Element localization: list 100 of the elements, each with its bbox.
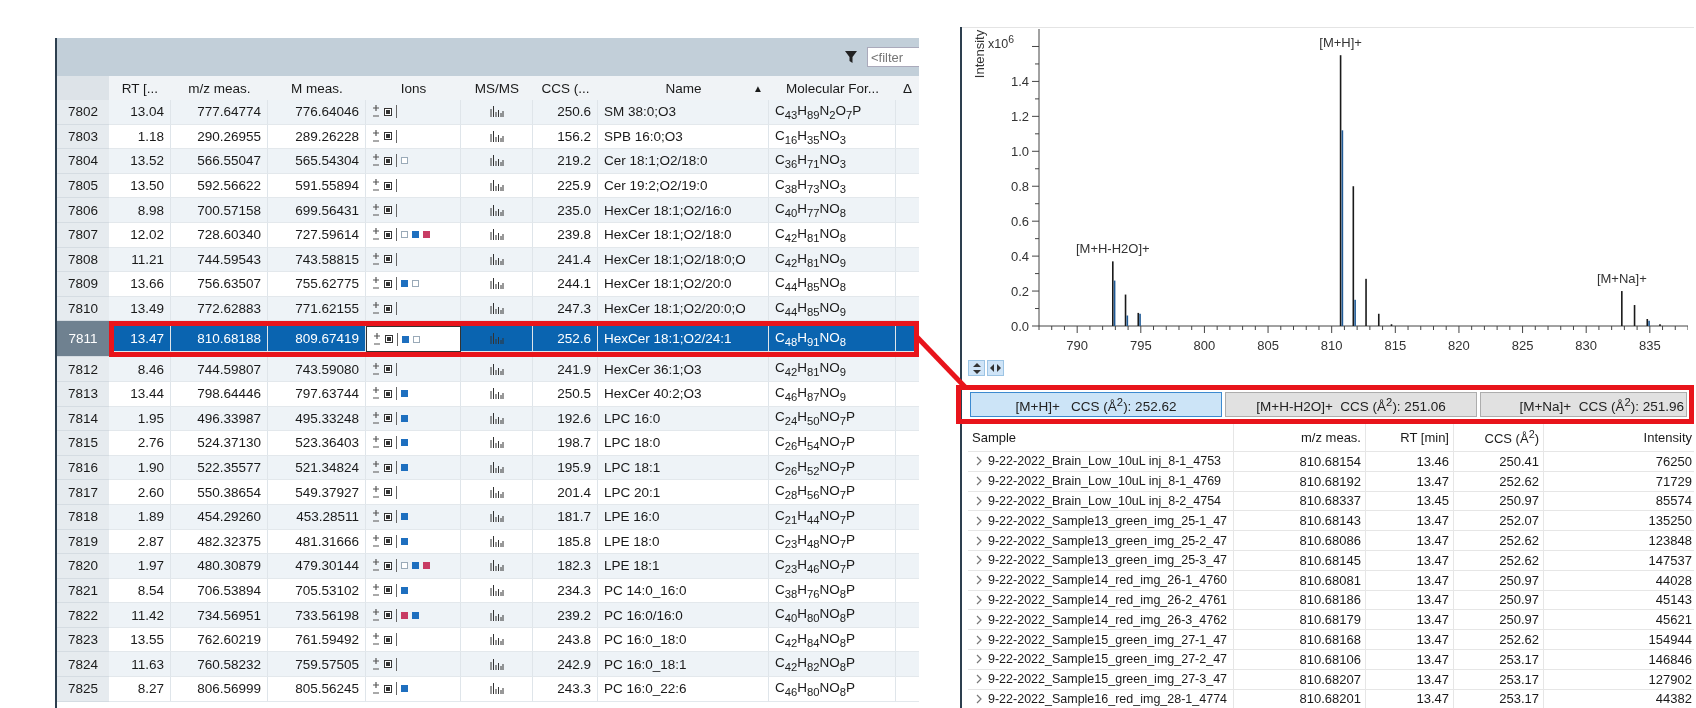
column-header[interactable]: CCS (... bbox=[541, 80, 590, 96]
expand-icon[interactable] bbox=[976, 654, 982, 665]
column-header[interactable]: Name bbox=[665, 80, 702, 96]
table-row[interactable]: 7807 12.02 728.60340 727.59614 239.8 HexCer 18:1;O2/18:0 C$_{42}$H$_{81}$NO$_{8}$ bbox=[57, 222, 919, 248]
spectrum-icon[interactable] bbox=[489, 486, 504, 498]
table-cell: 743.58815 bbox=[268, 247, 366, 273]
expand-icon[interactable] bbox=[976, 674, 982, 685]
table-cell: C$_{44}$H$_{85}$NO$_{8}$ bbox=[769, 272, 896, 297]
expand-icon[interactable] bbox=[976, 496, 982, 506]
table-row[interactable]: 7809 13.66 756.63507 755.62775 244.1 HexCer 18:1;O2/20:0 C$_{44}$H$_{85}$NO$_{8}$ bbox=[57, 272, 919, 297]
table-cell: 798.64446 bbox=[171, 381, 268, 407]
column-header[interactable]: RT [min] bbox=[1400, 430, 1449, 445]
column-header[interactable]: Sample bbox=[972, 430, 1017, 445]
spectrum-icon[interactable] bbox=[489, 363, 504, 375]
expand-icon[interactable] bbox=[976, 634, 982, 645]
expand-icon[interactable] bbox=[976, 693, 982, 704]
table-row[interactable]: 7820 1.97 480.30879 479.30144 182.3 LPE 18:1 C$_{23}$H$_{46}$NO$_{7}$P bbox=[57, 554, 919, 579]
table-row[interactable]: 7825 8.27 806.56999 805.56245 243.3 PC 16:0_22:6 C$_{46}$H$_{80}$NO$_{8}$P bbox=[57, 677, 919, 702]
ion-icon bbox=[384, 438, 392, 447]
plus-minus-icon bbox=[372, 228, 380, 242]
spectrum-icon[interactable] bbox=[489, 180, 504, 192]
table-row[interactable]: 7824 11.63 760.58232 759.57505 242.9 PC 16:0_18:1 C$_{42}$H$_{82}$NO$_{8}$P bbox=[57, 652, 919, 678]
column-header[interactable]: Molecular For... bbox=[786, 80, 879, 96]
table-row[interactable]: 7818 1.89 454.29260 453.28511 181.7 LPE 16:0 C$_{21}$H$_{44}$NO$_{7}$P bbox=[57, 504, 919, 530]
column-header[interactable]: m/z meas. bbox=[188, 80, 251, 96]
spectrum-icon[interactable] bbox=[489, 560, 504, 572]
column-header[interactable]: Δ bbox=[903, 80, 912, 96]
table-row[interactable]: 7808 11.21 744.59543 743.58815 241.4 HexCer 18:1;O2/18:0;O C$_{42}$H$_{81}$NO$_{9}$ bbox=[57, 247, 919, 273]
spectrum-icon[interactable] bbox=[489, 229, 504, 241]
adduct-tab[interactable]: [M+Na]+ CCS (Å$^{2}$): 251.96 bbox=[1480, 392, 1687, 417]
table-row[interactable]: 7811 13.47 810.68188 809.67419 252.6 HexCer 18:1;O2/24:1 C$_{48}$H$_{91}$NO$_{8}$ bbox=[57, 321, 919, 358]
table-row[interactable]: 7822 11.42 734.56951 733.56198 239.2 PC 16:0/16:0 C$_{40}$H$_{80}$NO$_{8}$P bbox=[57, 603, 919, 628]
table-row[interactable]: 7815 2.76 524.37130 523.36403 198.7 LPC 18:0 C$_{26}$H$_{54}$NO$_{7}$P bbox=[57, 431, 919, 456]
table-cell: HexCer 36:1;O3 bbox=[598, 357, 769, 382]
vertical-zoom-button[interactable] bbox=[968, 360, 985, 376]
column-header[interactable]: M meas. bbox=[291, 80, 343, 96]
column-header[interactable]: RT [... bbox=[121, 80, 159, 96]
ion-icon bbox=[384, 561, 392, 570]
table-cell: 810.68081 bbox=[1234, 570, 1366, 591]
table-cell: PC 16:0_18:1 bbox=[598, 652, 769, 678]
table-row[interactable]: 7804 13.52 566.55047 565.54304 219.2 Cer 18:1;O2/18:0 C$_{36}$H$_{71}$NO$_{3}$ bbox=[57, 149, 919, 174]
filter-icon[interactable] bbox=[845, 51, 857, 63]
plus-minus-icon bbox=[372, 436, 380, 450]
column-header[interactable]: m/z meas. bbox=[1301, 430, 1361, 445]
spectrum-icon[interactable] bbox=[489, 462, 504, 473]
spectrum-icon[interactable] bbox=[489, 204, 504, 216]
column-header[interactable]: Intensity bbox=[1643, 430, 1692, 445]
spectrum-icon[interactable] bbox=[489, 634, 504, 646]
table-row[interactable]: 7814 1.95 496.33987 495.33248 192.6 LPC 16:0 C$_{24}$H$_{50}$NO$_{7}$P bbox=[57, 406, 919, 432]
expand-icon[interactable] bbox=[976, 515, 982, 526]
table-cell: 524.37130 bbox=[171, 431, 268, 456]
adduct-tab[interactable]: [M+H]+ CCS (Å$^{2}$): 252.62 bbox=[970, 392, 1222, 417]
expand-icon[interactable] bbox=[976, 575, 982, 586]
expand-icon[interactable] bbox=[976, 535, 982, 546]
horizontal-zoom-button[interactable] bbox=[987, 360, 1004, 376]
plus-minus-icon bbox=[372, 608, 380, 622]
spectrum-icon[interactable] bbox=[489, 658, 504, 670]
column-header[interactable]: Ions bbox=[400, 80, 427, 96]
plus-minus-icon bbox=[372, 461, 380, 474]
spectrum-icon[interactable] bbox=[489, 683, 504, 695]
plus-minus-icon bbox=[372, 633, 380, 647]
expand-icon[interactable] bbox=[976, 555, 982, 566]
expand-icon[interactable] bbox=[976, 456, 982, 467]
table-row[interactable]: 7816 1.90 522.35577 521.34824 195.9 LPC 18:1 C$_{26}$H$_{52}$NO$_{7}$P bbox=[57, 455, 919, 481]
table-row[interactable]: 7806 8.98 700.57158 699.56431 235.0 HexCer 18:1;O2/16:0 C$_{40}$H$_{77}$NO$_{8}$ bbox=[57, 198, 919, 223]
table-cell: 239.2 bbox=[533, 603, 598, 628]
spectrum-icon[interactable] bbox=[489, 303, 504, 315]
adduct-tab[interactable]: [M+H-H2O]+ CCS (Å$^{2}$): 251.06 bbox=[1225, 392, 1477, 417]
table-row[interactable]: 7802 13.04 777.64774 776.64046 250.6 SM 38:0;O3 C$_{43}$H$_{89}$N$_{2}$O$_{7}$P bbox=[57, 100, 919, 125]
sort-indicator[interactable]: ▲ bbox=[753, 82, 763, 94]
table-cell: 454.29260 bbox=[171, 504, 268, 530]
table-cell: SM 38:0;O3 bbox=[598, 100, 769, 125]
filter-field[interactable]: <filter bbox=[867, 47, 919, 67]
spectrum-icon[interactable] bbox=[489, 437, 504, 449]
spectrum-icon[interactable] bbox=[489, 412, 504, 424]
column-header[interactable]: MS/MS bbox=[474, 80, 520, 96]
spectrum-icon[interactable] bbox=[489, 609, 504, 621]
table-cell: 810.68143 bbox=[1234, 511, 1366, 532]
table-cell: 182.3 bbox=[533, 554, 598, 579]
spectrum-icon[interactable] bbox=[489, 585, 504, 596]
expand-icon[interactable] bbox=[976, 594, 982, 605]
spectrum-icon[interactable] bbox=[489, 278, 504, 290]
up-down-arrow-icon bbox=[972, 362, 981, 374]
expand-icon[interactable] bbox=[976, 476, 982, 487]
table-cell: C$_{46}$H$_{80}$NO$_{8}$P bbox=[769, 677, 896, 702]
table-row[interactable]: 7812 8.46 744.59807 743.59080 241.9 HexCer 36:1;O3 C$_{42}$H$_{81}$NO$_{9}$ bbox=[57, 357, 919, 382]
expand-icon[interactable] bbox=[976, 614, 982, 625]
table-row[interactable]: 7813 13.44 798.64446 797.63744 250.5 HexCer 40:2;O3 C$_{46}$H$_{87}$NO$_{9}$ bbox=[57, 381, 919, 407]
spectrum-icon[interactable] bbox=[489, 535, 504, 547]
spectrum-icon[interactable] bbox=[489, 130, 504, 142]
spectrum-icon[interactable] bbox=[489, 388, 504, 400]
table-row[interactable]: 7810 13.49 772.62883 771.62155 247.3 HexCer 18:1;O2/20:0;O C$_{44}$H$_{85}$NO$_{9}$ bbox=[57, 296, 919, 322]
column-header[interactable]: CCS (Å$^{2}$) bbox=[1484, 428, 1539, 447]
table-row[interactable]: 7817 2.60 550.38654 549.37927 201.4 LPC 20:1 C$_{28}$H$_{56}$NO$_{7}$P bbox=[57, 480, 919, 505]
spectrum-icon[interactable] bbox=[489, 155, 504, 167]
spectrum-icon[interactable] bbox=[489, 106, 504, 118]
spectrum-icon[interactable] bbox=[489, 511, 504, 523]
spectrum-icon[interactable] bbox=[489, 253, 504, 265]
table-cell: PC 16:0/16:0 bbox=[598, 603, 769, 628]
row-number: 7821 bbox=[57, 578, 109, 604]
